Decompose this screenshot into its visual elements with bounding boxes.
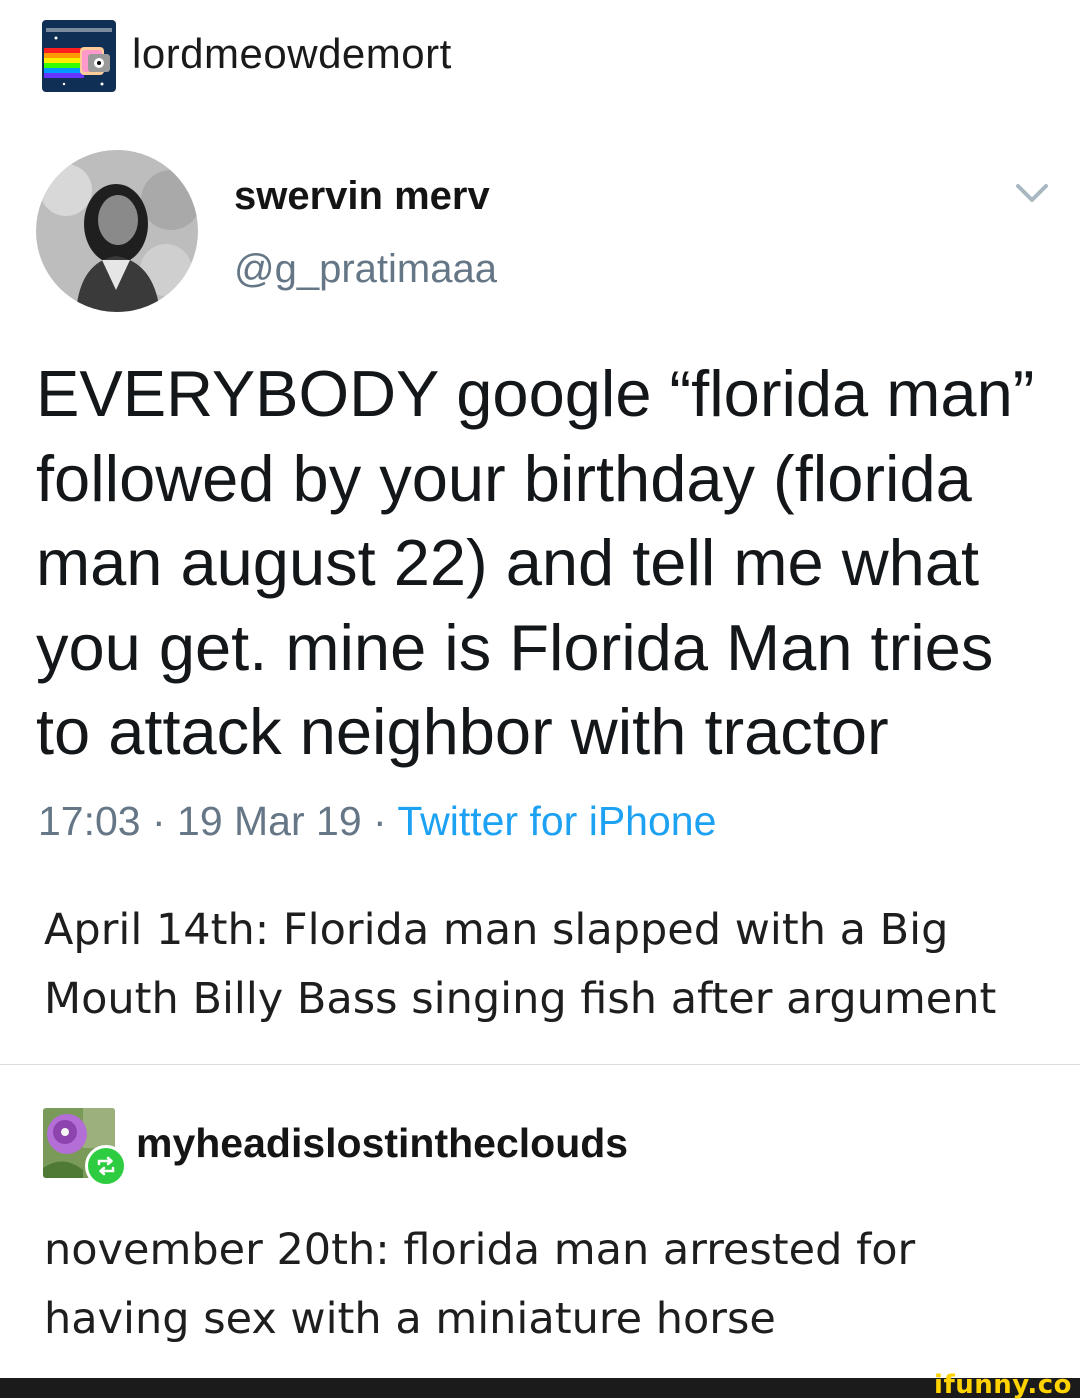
tweet-source-link[interactable]: Twitter for iPhone	[397, 798, 716, 844]
tweet-meta: 17:03 · 19 Mar 19 · Twitter for iPhone	[38, 798, 716, 845]
blog-name[interactable]: lordmeowdemort	[132, 30, 452, 78]
tweet-display-name[interactable]: swervin merv	[234, 174, 490, 219]
reblog-blog-name[interactable]: myheadislostintheclouds	[136, 1120, 628, 1167]
footer-bar	[0, 1378, 1080, 1398]
tweet-text: EVERYBODY google “florida man” followed …	[36, 357, 1035, 768]
chevron-down-icon[interactable]	[1012, 178, 1052, 208]
ifunny-watermark: ifunny.co	[934, 1370, 1072, 1400]
blog-avatar[interactable]	[42, 20, 116, 92]
reblog-caption: november 20th: florida man arrested for …	[44, 1225, 916, 1344]
divider	[0, 1064, 1080, 1065]
tweet-timestamp: 17:03 · 19 Mar 19 ·	[38, 798, 398, 844]
reblog-icon	[85, 1145, 127, 1187]
post-caption: April 14th: Florida man slapped with a B…	[44, 905, 997, 1024]
tweet-avatar[interactable]	[36, 150, 198, 312]
tweet-handle[interactable]: @g_pratimaaa	[234, 247, 497, 292]
